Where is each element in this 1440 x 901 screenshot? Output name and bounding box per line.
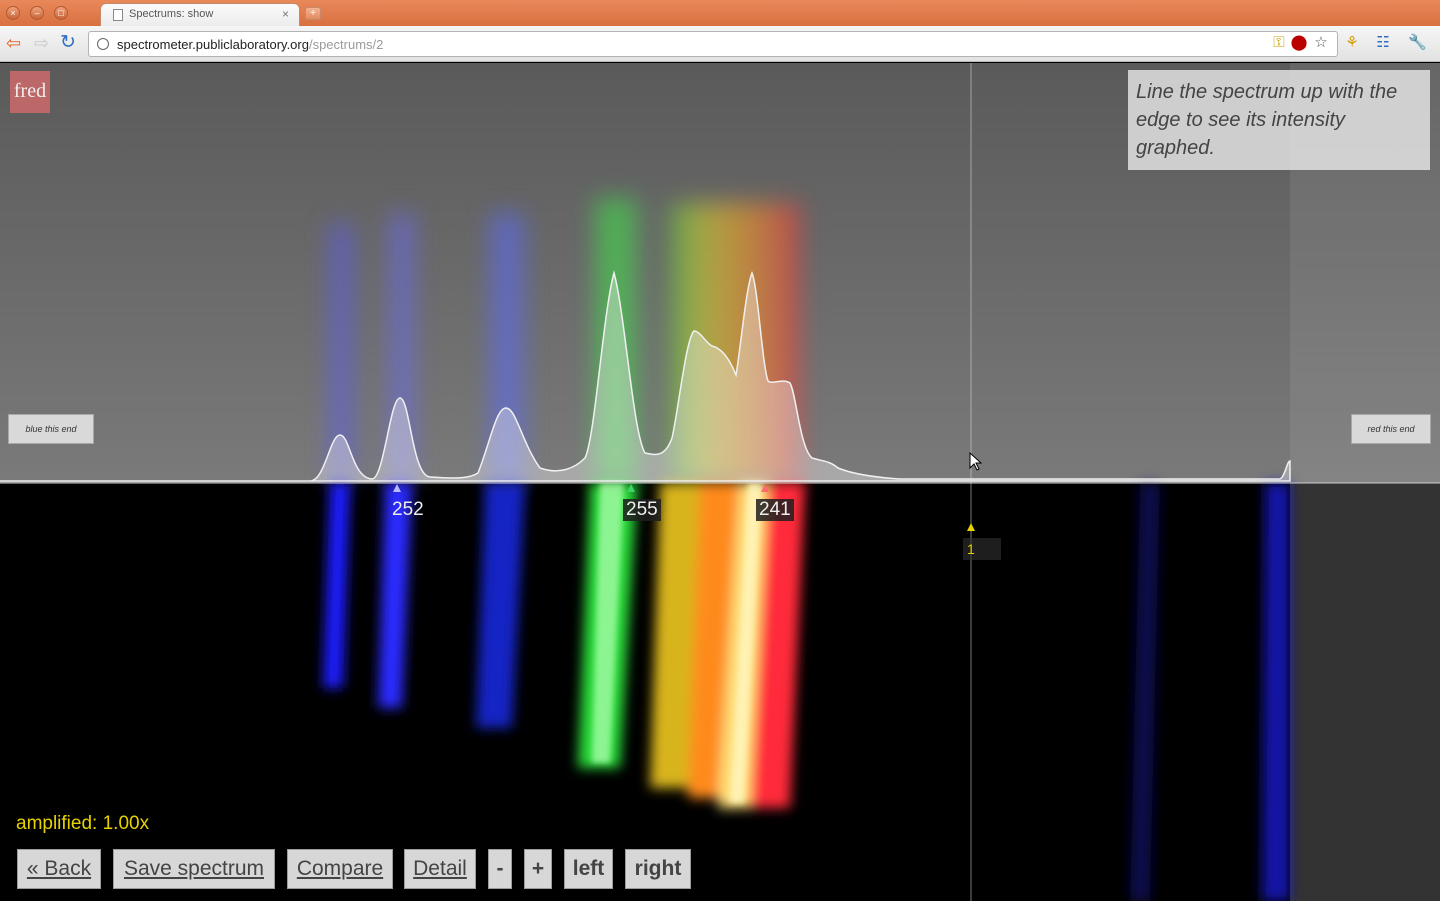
spectrum-visual[interactable] [0,63,1440,901]
window-minimize-button[interactable]: – [30,6,44,20]
block-icon[interactable]: ⬤ [1290,34,1308,52]
extension-icon[interactable]: ⚘ [1343,34,1361,52]
forward-arrow-icon[interactable]: ⇨ [34,33,49,53]
browser-toolbar: ⇦ ⇨ ↻ spectrometer.publiclaboratory.org/… [0,26,1440,62]
mouse-pointer-icon [969,452,983,471]
back-button[interactable]: « Back [17,849,101,889]
logo[interactable]: fred [10,71,50,113]
page-menu-icon[interactable]: ☷ [1374,34,1392,52]
globe-icon [97,38,109,50]
shift-left-button[interactable]: left [564,849,613,889]
peak-label: 252 [392,499,424,520]
wrench-icon[interactable]: 🔧 [1408,34,1427,52]
shift-right-button[interactable]: right [625,849,691,889]
intensity-curve [0,270,1291,482]
new-tab-button[interactable]: + [305,7,321,20]
reload-icon[interactable]: ↻ [60,33,76,53]
help-tooltip: Line the spectrum up with the edge to se… [1128,70,1430,170]
key-icon[interactable]: ⚿ [1270,34,1288,52]
spectrum-page: fred Line the spectrum up with the edge … [0,63,1440,901]
window-close-button[interactable]: × [6,6,20,20]
amplification-readout: amplified: 1.00x [16,813,150,834]
cursor-marker [967,523,975,531]
browser-tab[interactable]: Spectrums: show × [100,3,300,26]
star-icon[interactable]: ☆ [1312,34,1330,52]
amplify-increase-button[interactable]: + [524,849,552,889]
compare-button[interactable]: Compare [287,849,393,889]
detail-button[interactable]: Detail [404,849,476,889]
url-path: /spectrums/2 [308,37,384,52]
browser-titlebar: × – □ Spectrums: show × + [0,0,1440,26]
peak-label: 255 [623,499,661,521]
window-maximize-button[interactable]: □ [54,6,68,20]
back-arrow-icon[interactable]: ⇦ [6,33,21,53]
cursor-value-label: 1 [963,538,1001,560]
save-spectrum-button[interactable]: Save spectrum [113,849,275,889]
peak-label: 241 [756,499,794,521]
url-host: spectrometer.publiclaboratory.org [117,37,309,52]
amplify-decrease-button[interactable]: - [488,849,512,889]
page-icon [113,9,123,21]
spectrum-bands [323,483,1290,901]
red-end-label[interactable]: red this end [1351,414,1431,444]
blue-end-label[interactable]: blue this end [8,414,94,444]
address-bar[interactable]: spectrometer.publiclaboratory.org/spectr… [88,31,1338,57]
tab-close-icon[interactable]: × [282,7,289,21]
tab-title: Spectrums: show [129,8,214,20]
